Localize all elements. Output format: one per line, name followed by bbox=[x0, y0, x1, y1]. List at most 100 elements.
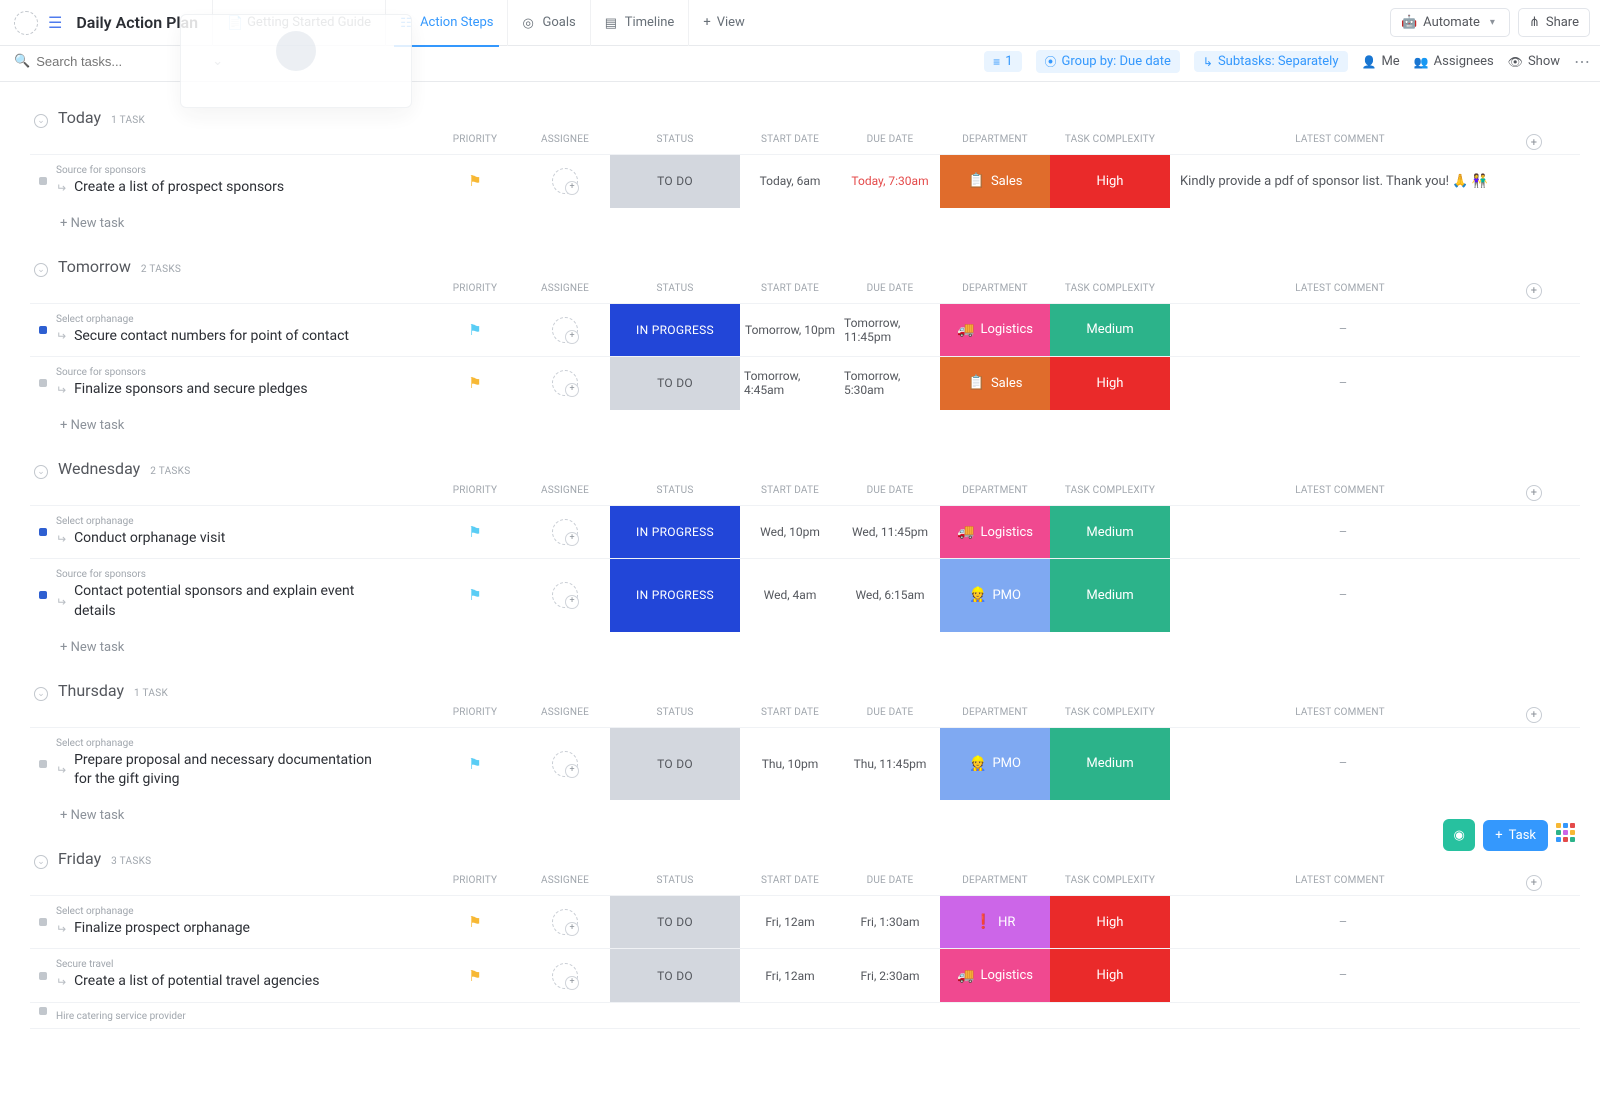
assignees-chip[interactable]: 👥 Assignees bbox=[1414, 54, 1494, 69]
due-date-cell[interactable]: Tomorrow, 5:30am bbox=[840, 357, 940, 410]
status-square-icon[interactable] bbox=[39, 528, 47, 536]
status-square-icon[interactable] bbox=[39, 326, 47, 334]
department-cell[interactable]: 📋Sales bbox=[940, 155, 1050, 208]
task-row[interactable]: Secure travel ↵ Create a list of potenti… bbox=[30, 948, 1580, 1002]
col-header[interactable]: STATUS bbox=[610, 485, 740, 501]
new-task-button[interactable]: + New task bbox=[30, 632, 1580, 655]
new-task-button[interactable]: + New task bbox=[30, 410, 1580, 433]
status-cell[interactable]: TO DO bbox=[610, 949, 740, 1002]
col-header[interactable]: DUE DATE bbox=[840, 134, 940, 150]
comment-cell[interactable]: – bbox=[1170, 357, 1510, 410]
parent-task-name[interactable]: Select orphanage bbox=[56, 314, 349, 325]
col-header[interactable]: DEPARTMENT bbox=[940, 283, 1050, 299]
priority-cell[interactable]: ⚑ bbox=[430, 155, 520, 208]
col-header[interactable]: LATEST COMMENT bbox=[1170, 485, 1510, 501]
department-cell[interactable]: 🚚Logistics bbox=[940, 304, 1050, 357]
col-header[interactable]: ASSIGNEE bbox=[520, 875, 610, 891]
assignee-add-icon[interactable] bbox=[552, 519, 578, 545]
group-name[interactable]: Today bbox=[58, 108, 101, 127]
task-row[interactable]: Select orphanage ↵ Secure contact number… bbox=[30, 303, 1580, 357]
parent-task-name[interactable]: Secure travel bbox=[56, 959, 319, 970]
col-header[interactable]: TASK COMPLEXITY bbox=[1050, 707, 1170, 723]
task-name[interactable]: Create a list of potential travel agenci… bbox=[74, 972, 319, 992]
comment-cell[interactable]: – bbox=[1170, 896, 1510, 949]
comment-cell[interactable]: – bbox=[1170, 506, 1510, 559]
add-column-icon[interactable]: + bbox=[1526, 485, 1542, 501]
task-name[interactable]: Finalize sponsors and secure pledges bbox=[74, 380, 308, 400]
start-date-cell[interactable]: Fri, 12am bbox=[740, 896, 840, 949]
group-name[interactable]: Friday bbox=[58, 849, 101, 868]
status-cell[interactable]: IN PROGRESS bbox=[610, 506, 740, 559]
task-name[interactable]: Secure contact numbers for point of cont… bbox=[74, 327, 349, 347]
col-header[interactable]: ASSIGNEE bbox=[520, 134, 610, 150]
task-name[interactable]: Create a list of prospect sponsors bbox=[74, 178, 284, 198]
task-name[interactable]: Finalize prospect orphanage bbox=[74, 919, 250, 939]
search-input[interactable] bbox=[36, 54, 186, 69]
me-chip[interactable]: 👤 Me bbox=[1362, 54, 1400, 69]
due-date-cell[interactable]: Thu, 11:45pm bbox=[840, 728, 940, 800]
comment-cell[interactable]: Kindly provide a pdf of sponsor list. Th… bbox=[1170, 155, 1510, 208]
col-header[interactable]: DUE DATE bbox=[840, 283, 940, 299]
parent-task-name[interactable]: Select orphanage bbox=[56, 516, 225, 527]
col-header[interactable]: ASSIGNEE bbox=[520, 707, 610, 723]
app-launcher-icon[interactable] bbox=[1556, 823, 1580, 847]
col-header[interactable]: START DATE bbox=[740, 875, 840, 891]
col-header[interactable]: DEPARTMENT bbox=[940, 485, 1050, 501]
task-row[interactable]: Hire catering service provider bbox=[30, 1002, 1580, 1029]
col-header[interactable]: DEPARTMENT bbox=[940, 134, 1050, 150]
group-name[interactable]: Thursday bbox=[58, 681, 124, 700]
start-date-cell[interactable]: Fri, 12am bbox=[740, 949, 840, 1002]
add-column-icon[interactable]: + bbox=[1526, 134, 1542, 150]
status-square-icon[interactable] bbox=[39, 591, 47, 599]
priority-cell[interactable]: ⚑ bbox=[430, 304, 520, 357]
task-row[interactable]: Select orphanage ↵ Conduct orphanage vis… bbox=[30, 505, 1580, 559]
more-menu-icon[interactable]: ⋯ bbox=[1574, 52, 1590, 71]
col-header[interactable]: START DATE bbox=[740, 134, 840, 150]
subtasks-chip[interactable]: ↳ Subtasks: Separately bbox=[1194, 51, 1348, 72]
task-row[interactable]: Source for sponsors ↵ Create a list of p… bbox=[30, 154, 1580, 208]
department-cell[interactable]: 🚚Logistics bbox=[940, 506, 1050, 559]
task-row[interactable]: Source for sponsors ↵ Finalize sponsors … bbox=[30, 356, 1580, 410]
col-header[interactable] bbox=[30, 707, 430, 723]
new-task-button[interactable]: + New task bbox=[30, 208, 1580, 231]
due-date-cell[interactable]: Tomorrow, 11:45pm bbox=[840, 304, 940, 357]
task-name[interactable]: Conduct orphanage visit bbox=[74, 529, 225, 549]
col-header[interactable]: STATUS bbox=[610, 283, 740, 299]
priority-cell[interactable]: ⚑ bbox=[430, 728, 520, 800]
department-cell[interactable]: 👷PMO bbox=[940, 559, 1050, 631]
start-date-cell[interactable]: Wed, 4am bbox=[740, 559, 840, 631]
assignee-cell[interactable] bbox=[520, 896, 610, 949]
comment-cell[interactable]: – bbox=[1170, 559, 1510, 631]
groupby-chip[interactable]: ⦿ Group by: Due date bbox=[1036, 50, 1180, 73]
assignee-add-icon[interactable] bbox=[552, 582, 578, 608]
assignee-cell[interactable] bbox=[520, 949, 610, 1002]
assignee-cell[interactable] bbox=[520, 357, 610, 410]
status-cell[interactable]: IN PROGRESS bbox=[610, 304, 740, 357]
group-collapse-icon[interactable]: ⌄ bbox=[34, 114, 48, 128]
complexity-cell[interactable]: High bbox=[1050, 357, 1170, 410]
col-header[interactable]: LATEST COMMENT bbox=[1170, 283, 1510, 299]
add-column-icon[interactable]: + bbox=[1526, 707, 1542, 723]
status-cell[interactable]: TO DO bbox=[610, 155, 740, 208]
col-header[interactable]: DUE DATE bbox=[840, 707, 940, 723]
new-task-fab[interactable]: + Task bbox=[1483, 820, 1548, 851]
tab-goals[interactable]: ◎ Goals bbox=[507, 0, 589, 46]
complexity-cell[interactable]: Medium bbox=[1050, 506, 1170, 559]
col-header[interactable]: ASSIGNEE bbox=[520, 283, 610, 299]
col-header[interactable]: LATEST COMMENT bbox=[1170, 134, 1510, 150]
status-square-icon[interactable] bbox=[39, 918, 47, 926]
assignee-add-icon[interactable] bbox=[552, 963, 578, 989]
start-date-cell[interactable]: Tomorrow, 10pm bbox=[740, 304, 840, 357]
col-header[interactable]: STATUS bbox=[610, 134, 740, 150]
add-column-icon[interactable]: + bbox=[1526, 875, 1542, 891]
new-task-button[interactable]: + New task bbox=[30, 800, 1580, 823]
start-date-cell[interactable]: Today, 6am bbox=[740, 155, 840, 208]
col-header[interactable]: DUE DATE bbox=[840, 875, 940, 891]
assignee-cell[interactable] bbox=[520, 728, 610, 800]
complexity-cell[interactable]: Medium bbox=[1050, 728, 1170, 800]
col-header[interactable]: ASSIGNEE bbox=[520, 485, 610, 501]
due-date-cell[interactable]: Wed, 11:45pm bbox=[840, 506, 940, 559]
department-cell[interactable]: 🚚Logistics bbox=[940, 949, 1050, 1002]
assignee-cell[interactable] bbox=[520, 155, 610, 208]
comment-cell[interactable]: – bbox=[1170, 304, 1510, 357]
